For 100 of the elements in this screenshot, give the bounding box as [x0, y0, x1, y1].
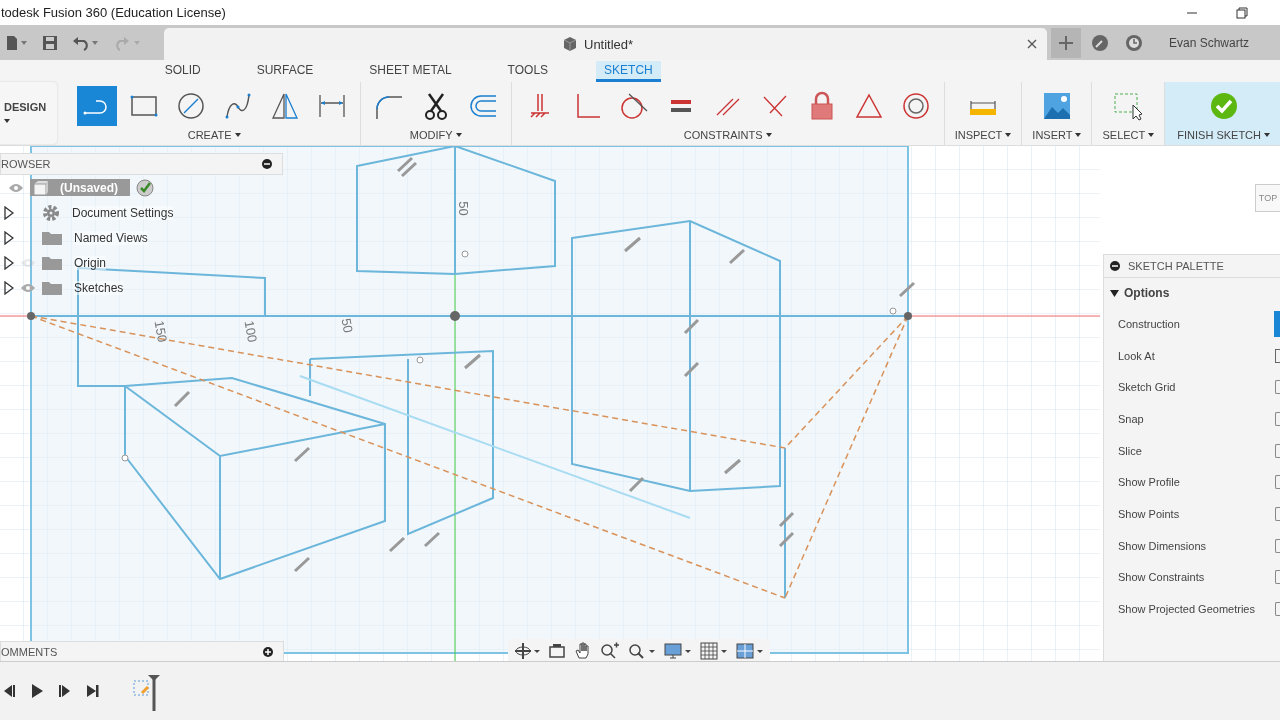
line-tool-button[interactable]	[76, 86, 117, 126]
camera-icon[interactable]	[548, 642, 566, 660]
expand-icon[interactable]	[4, 255, 14, 270]
construction-toggle[interactable]	[1274, 310, 1280, 337]
option-label: Snap	[1118, 412, 1144, 425]
file-icon[interactable]	[6, 34, 28, 51]
dimension-label[interactable]: 100	[241, 319, 261, 344]
restore-icon[interactable]	[1236, 6, 1248, 19]
gear-icon	[42, 203, 60, 222]
plus-icon	[1059, 35, 1073, 50]
circle-tool-icon	[175, 91, 206, 121]
checkbox[interactable]	[1275, 570, 1280, 585]
ribbon-tab[interactable]: SOLID	[156, 61, 209, 82]
collapse-icon[interactable]	[1110, 261, 1120, 271]
ribbon-tab[interactable]: TOOLS	[499, 61, 557, 82]
option-label: Slice	[1118, 444, 1142, 457]
checkbox[interactable]	[1275, 475, 1280, 490]
box-icon	[562, 36, 578, 52]
image-tool-icon	[1041, 91, 1072, 121]
option-label: Look At	[1118, 349, 1155, 362]
group-dropdown[interactable]: INSERT	[1030, 126, 1084, 144]
zoom-fit-icon[interactable]	[628, 642, 656, 660]
select-tool-icon	[1113, 91, 1144, 121]
caret-icon	[1148, 133, 1155, 137]
expand-icon[interactable]	[4, 280, 14, 295]
caret-icon[interactable]	[1110, 288, 1119, 298]
option-label: Show Points	[1118, 507, 1180, 520]
play-icon[interactable]	[30, 683, 44, 699]
checkbox[interactable]	[1275, 506, 1280, 521]
look-at-icon[interactable]	[1275, 348, 1280, 363]
sketch-points[interactable]	[27, 250, 912, 462]
orbit-icon[interactable]	[514, 642, 540, 660]
rewind-icon[interactable]	[2, 683, 16, 699]
expand-icon[interactable]	[4, 230, 14, 245]
browser-item[interactable]: Sketches	[74, 280, 124, 295]
caret-icon	[1005, 133, 1012, 137]
finish-sketch-icon	[1208, 91, 1239, 121]
checkbox[interactable]	[1275, 380, 1280, 395]
group-dropdown[interactable]: INSPECT	[952, 126, 1014, 144]
browser-title: ROWSER	[1, 158, 51, 170]
box-icon	[32, 179, 50, 196]
option-label: Show Dimensions	[1118, 539, 1207, 552]
group-dropdown[interactable]: SELECT	[1100, 126, 1157, 144]
step-forward-icon[interactable]	[58, 683, 72, 699]
user-name[interactable]: Evan Schwartz	[1169, 35, 1250, 50]
browser-item[interactable]: Named Views	[74, 230, 148, 245]
browser-item[interactable]: Origin	[74, 255, 106, 270]
group-dropdown[interactable]: CONSTRAINTS	[681, 126, 774, 144]
eye-icon[interactable]	[20, 281, 36, 294]
save-icon[interactable]	[42, 34, 58, 51]
undo-icon[interactable]	[72, 34, 100, 51]
comments-title: OMMENTS	[1, 646, 58, 658]
caret-icon	[1264, 133, 1270, 137]
component-label: (Unsaved)	[60, 180, 118, 195]
check-icon[interactable]	[136, 178, 154, 197]
group-dropdown[interactable]: CREATE	[185, 126, 243, 144]
document-tab-title[interactable]: Untitled*	[584, 36, 634, 52]
hand-icon[interactable]	[574, 642, 592, 660]
triangle-tool-icon	[853, 91, 884, 121]
dimension-label[interactable]: 150	[151, 319, 171, 344]
option-label: Show Profile	[1118, 476, 1180, 489]
dimension-label[interactable]: 50	[338, 317, 356, 334]
caret-icon	[765, 133, 772, 137]
group-dropdown[interactable]: MODIFY	[407, 126, 464, 144]
display-icon[interactable]	[664, 642, 692, 660]
palette-title: SKETCH PALETTE	[1128, 260, 1224, 272]
skip-end-icon[interactable]	[86, 683, 100, 699]
option-label: Show Constraints	[1118, 571, 1205, 584]
caret-icon	[1075, 133, 1082, 137]
ribbon-tab[interactable]: SURFACE	[248, 61, 322, 82]
view-cube[interactable]: TOP	[1255, 184, 1280, 212]
new-tab-button[interactable]	[1051, 27, 1081, 58]
dimension-label[interactable]: 50	[455, 201, 471, 216]
section-title[interactable]: Options	[1124, 286, 1170, 300]
caret-icon	[455, 133, 462, 137]
caret-icon	[4, 118, 10, 123]
collapse-icon[interactable]	[262, 159, 272, 169]
clock-icon[interactable]	[1125, 33, 1143, 52]
eye-icon[interactable]	[8, 181, 24, 194]
zoom-icon[interactable]	[600, 642, 620, 660]
eye-icon[interactable]	[20, 256, 36, 269]
ribbon-tab[interactable]: SHEET METAL	[361, 61, 460, 82]
expand-icon[interactable]	[4, 205, 14, 220]
tangent-tool-icon	[618, 91, 649, 121]
checkbox[interactable]	[1275, 443, 1280, 458]
option-label: Show Projected Geometries	[1118, 603, 1255, 616]
mirror-tool-icon	[269, 91, 300, 121]
checkbox[interactable]	[1275, 602, 1280, 617]
close-icon[interactable]	[1027, 39, 1037, 49]
checkbox[interactable]	[1275, 538, 1280, 553]
workspace-dropdown[interactable]: DESIGN	[0, 81, 57, 144]
window-title: todesk Fusion 360 (Education License)	[1, 5, 226, 20]
option-label: Sketch Grid	[1118, 381, 1176, 394]
viewports-icon[interactable]	[736, 642, 764, 660]
add-icon[interactable]	[263, 647, 273, 657]
double-circle-tool-icon	[900, 91, 931, 121]
grid-icon[interactable]	[700, 642, 728, 660]
checkbox[interactable]	[1275, 411, 1280, 426]
browser-item[interactable]: Document Settings	[72, 205, 174, 220]
option-label: Construction	[1118, 317, 1180, 330]
